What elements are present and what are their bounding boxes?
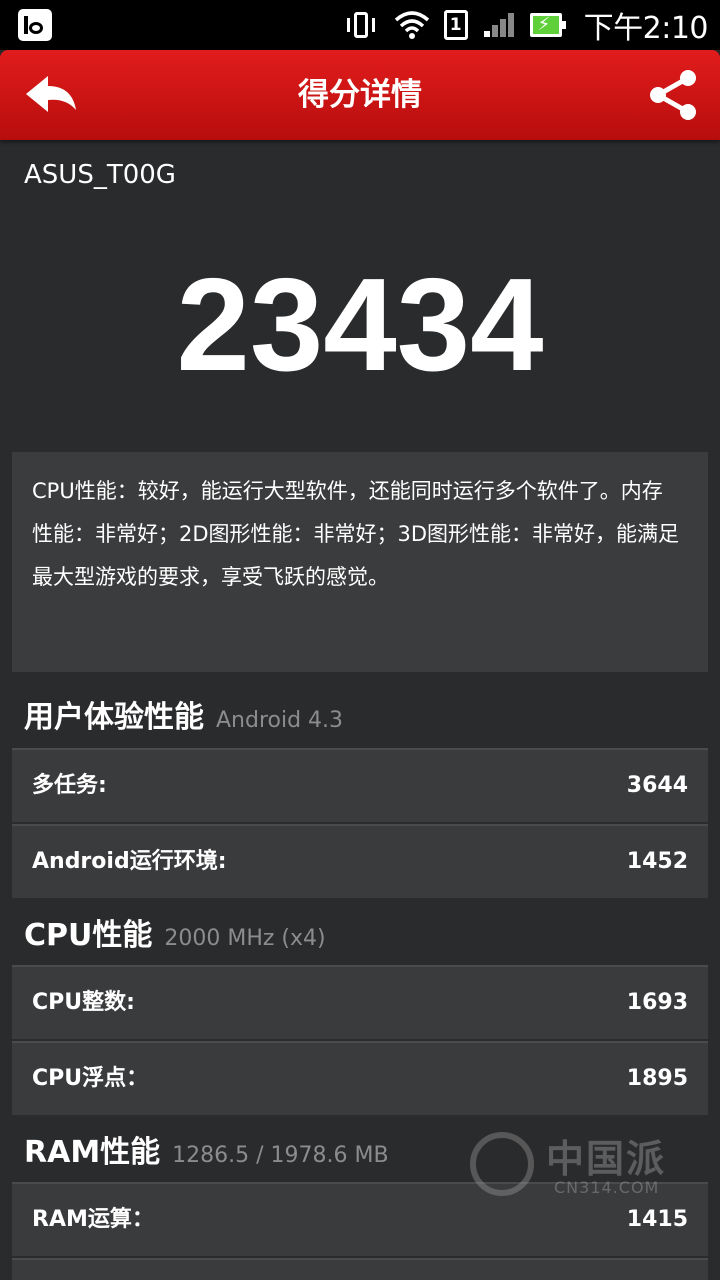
device-name: ASUS_T00G	[24, 160, 176, 190]
row-label: Android运行环境:	[32, 849, 227, 874]
row-label: RAM运算：	[32, 1207, 154, 1232]
watermark-subtext: CN314.COM	[554, 1178, 660, 1197]
score-row-multitask[interactable]: 多任务: 3644	[12, 748, 708, 822]
vibrate-icon	[344, 10, 380, 40]
row-label: CPU浮点：	[32, 1066, 149, 1091]
section-header-ux: 用户体验性能 Android 4.3	[24, 692, 343, 742]
row-value: 1693	[626, 990, 688, 1015]
row-value: 1895	[626, 1066, 688, 1091]
signal-icon	[482, 10, 516, 40]
sim-card-icon: 1	[443, 10, 468, 40]
score-row-cpu-float[interactable]: CPU浮点： 1895	[12, 1041, 708, 1115]
section-title: CPU性能	[24, 918, 153, 953]
watermark-logo-icon	[470, 1132, 534, 1196]
watermark-text: 中国派	[546, 1137, 667, 1181]
battery-charging-icon: ⚡	[529, 10, 570, 40]
watermark: 中国派 CN314.COM	[470, 1128, 670, 1200]
total-score: 23434	[176, 251, 544, 398]
status-bar: 1 ⚡ 下午2:10	[0, 0, 720, 50]
app-bar: 得分详情	[0, 50, 720, 140]
share-icon[interactable]	[646, 68, 702, 122]
page-title: 得分详情	[298, 77, 422, 113]
section-title: 用户体验性能	[24, 700, 204, 735]
section-title: RAM性能	[24, 1135, 161, 1170]
row-value: 3644	[626, 773, 688, 798]
settings-toggle-icon	[18, 9, 52, 41]
score-row-android-runtime[interactable]: Android运行环境: 1452	[12, 824, 708, 898]
row-value: 1452	[626, 849, 688, 874]
status-time: 下午2:10	[583, 11, 709, 46]
status-icons: 1 ⚡ 下午2:10	[344, 0, 709, 50]
section-header-cpu: CPU性能 2000 MHz (x4)	[24, 910, 326, 960]
score-description: CPU性能：较好，能运行大型软件，还能同时运行多个软件了。内存性能：非常好；2D…	[32, 479, 680, 589]
score-row-partial[interactable]	[12, 1258, 708, 1280]
score-description-panel: CPU性能：较好，能运行大型软件，还能同时运行多个软件了。内存性能：非常好；2D…	[12, 452, 708, 672]
section-header-ram: RAM性能 1286.5 / 1978.6 MB	[24, 1127, 389, 1177]
section-subtitle: 2000 MHz (x4)	[164, 926, 326, 951]
section-subtitle: Android 4.3	[216, 708, 344, 733]
score-row-cpu-integer[interactable]: CPU整数: 1693	[12, 965, 708, 1039]
wifi-icon	[394, 11, 429, 39]
row-label: 多任务:	[32, 773, 107, 798]
row-label: CPU整数:	[32, 990, 135, 1015]
section-subtitle: 1286.5 / 1978.6 MB	[172, 1143, 389, 1168]
